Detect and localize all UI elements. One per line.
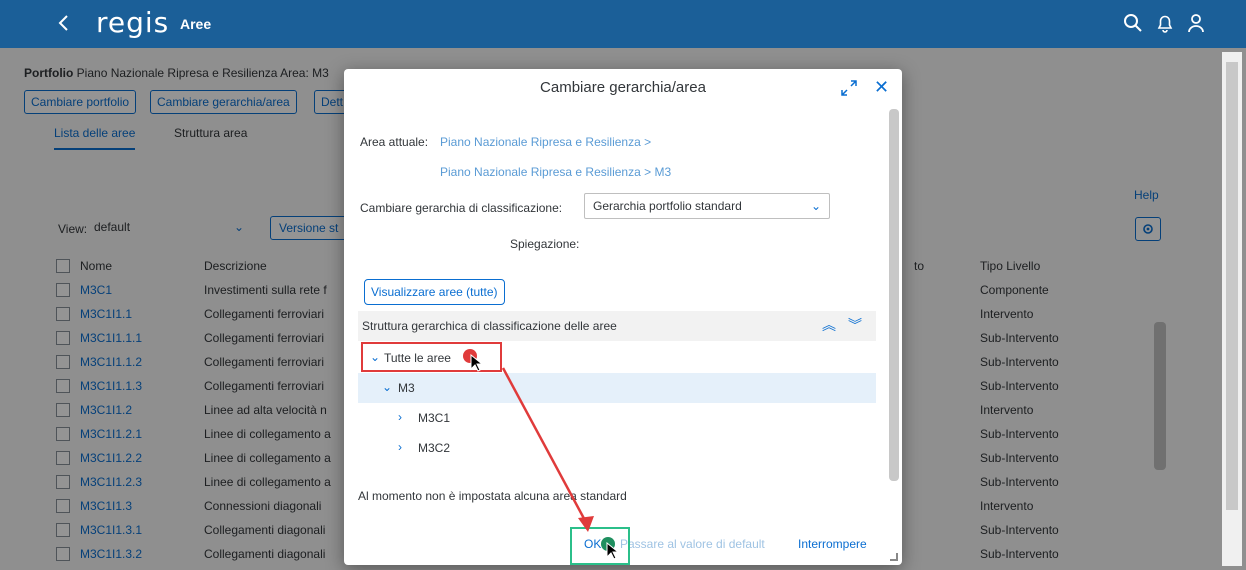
page-scrollbar[interactable]	[1222, 52, 1242, 566]
search-icon[interactable]	[1122, 12, 1144, 34]
shell-bar: regis Aree	[0, 0, 1246, 48]
bell-icon[interactable]	[1154, 12, 1176, 34]
page-title: Aree	[180, 16, 212, 32]
resize-handle[interactable]	[890, 553, 898, 561]
collapse-all-icon[interactable]: ︽	[822, 315, 836, 335]
visualizzare-aree-button[interactable]: Visualizzare aree (tutte)	[364, 279, 505, 305]
mouse-cursor-icon	[606, 541, 620, 560]
dialog-scrollbar[interactable]	[889, 109, 899, 481]
user-icon[interactable]	[1185, 12, 1207, 34]
gerarchia-select[interactable]: Gerarchia portfolio standard ⌄	[584, 193, 830, 219]
gerarchia-value: Gerarchia portfolio standard	[593, 199, 742, 213]
close-icon[interactable]: ✕	[874, 77, 889, 97]
expand-all-icon[interactable]: ︾	[848, 315, 862, 335]
chevron-right-icon[interactable]: ›	[398, 410, 402, 424]
passare-default-button[interactable]: Passare al valore di default	[620, 537, 765, 551]
area-attuale-label: Area attuale:	[360, 135, 429, 149]
chevron-right-icon[interactable]: ›	[398, 440, 402, 454]
interrompere-button[interactable]: Interrompere	[798, 537, 867, 551]
spiegazione-label: Spiegazione:	[510, 237, 580, 251]
app-logo[interactable]: regis	[96, 6, 169, 39]
tree-node-label: M3C1	[418, 411, 451, 425]
mouse-cursor-icon	[470, 353, 484, 372]
area-attuale-link-1[interactable]: Piano Nazionale Ripresa e Resilienza >	[440, 135, 651, 149]
no-default-message: Al momento non è impostata alcuna area s…	[358, 489, 627, 503]
fullscreen-icon[interactable]	[840, 79, 858, 97]
area-attuale-link-2[interactable]: Piano Nazionale Ripresa e Resilienza > M…	[440, 165, 671, 179]
gerarchia-label: Cambiare gerarchia di classificazione:	[360, 201, 563, 215]
tree-node-label: M3C2	[418, 441, 451, 455]
tree-header: Struttura gerarchica di classificazione …	[358, 311, 876, 341]
cambiare-gerarchia-dialog: Cambiare gerarchia/area ✕ Area attuale: …	[344, 69, 902, 565]
highlight-ok-button	[570, 527, 630, 565]
tree-node-m3[interactable]: ⌄ M3	[358, 373, 876, 403]
chevron-down-icon: ⌄	[810, 199, 821, 213]
tree-header-title: Struttura gerarchica di classificazione …	[362, 319, 617, 333]
back-icon[interactable]	[52, 11, 76, 35]
tree-node-label: M3	[398, 381, 415, 395]
tree-node-m3c1[interactable]: › M3C1	[358, 403, 876, 433]
dialog-title: Cambiare gerarchia/area	[540, 79, 706, 96]
tree-node-m3c2[interactable]: › M3C2	[358, 433, 876, 463]
chevron-down-icon[interactable]: ⌄	[382, 380, 392, 394]
